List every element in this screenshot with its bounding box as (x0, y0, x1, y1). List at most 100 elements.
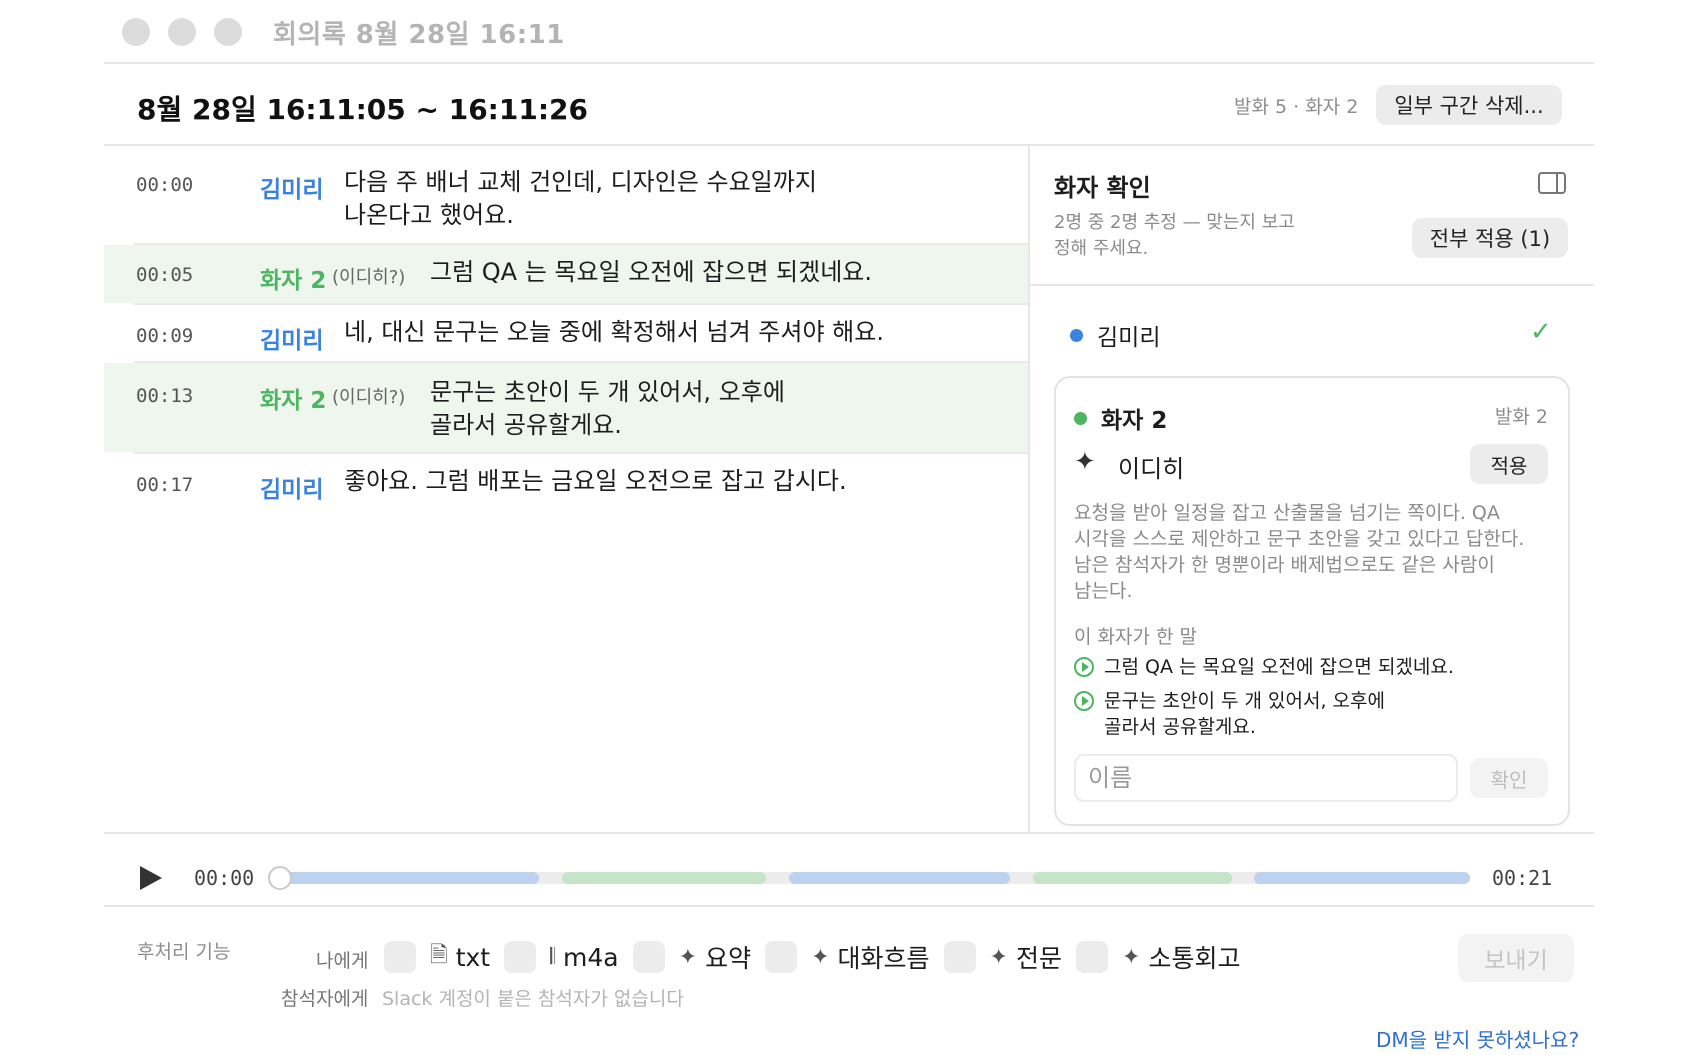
option-label: 소통회고 (1148, 944, 1241, 973)
said-text: 그럼 QA 는 목요일 오전에 잡으면 되겠네요. (1104, 656, 1454, 678)
dm-help-link[interactable]: DM을 받지 못하셨나요? (1376, 1024, 1579, 1053)
player-divider-top (104, 832, 1594, 834)
attendees-note: Slack 계정이 붙은 참석자가 없습니다 (382, 988, 684, 1010)
confirmed-speaker-name: 김미리 (1097, 325, 1161, 351)
speaker-name[interactable]: 화자 2 (260, 261, 326, 295)
option-checkbox[interactable] (1076, 941, 1108, 973)
option-label: m4a (563, 942, 619, 972)
speaker-color-dot (1074, 411, 1087, 425)
sparkle-icon: ✦ (989, 944, 1008, 970)
speaker-name[interactable]: 김미리 (260, 470, 323, 504)
window-controls (122, 18, 242, 46)
option-label: txt (455, 942, 491, 972)
timestamp[interactable]: 00:00 (136, 174, 193, 196)
option-checkbox[interactable] (632, 941, 665, 973)
said-item[interactable]: 그럼 QA 는 목요일 오전에 잡으면 되겠네요. (1074, 654, 1454, 680)
speaker-name-input[interactable] (1074, 754, 1458, 802)
sparkle-icon: ✦ (1122, 944, 1141, 970)
speaker-segment[interactable] (278, 872, 540, 884)
timestamp[interactable]: 00:17 (136, 474, 193, 496)
option-label: 전문 (1015, 944, 1062, 973)
export-option-txt[interactable]: 🗎 txt (384, 938, 490, 976)
transcript-row[interactable]: 00:17 김미리 좋아요. 그럼 배포는 금요일 오전으로 잡고 갑시다. (104, 454, 1028, 510)
play-circle-icon[interactable] (1074, 691, 1094, 711)
utterance-text: 네, 대신 문구는 오늘 중에 확정해서 넘겨 주셔야 해요. (344, 318, 884, 346)
utterance-speaker-counts: 발화 5 · 화자 2 (1234, 96, 1359, 118)
option-checkbox[interactable] (504, 941, 537, 973)
option-label: 대화흐름 (837, 944, 930, 973)
timestamp[interactable]: 00:09 (136, 325, 193, 347)
to-attendees-label: 참석자에게 (281, 988, 369, 1010)
window-title: 회의록 8월 28일 16:11 (273, 20, 565, 50)
sidebar-toggle-icon[interactable] (1538, 172, 1566, 194)
transcript-row[interactable]: 00:05 화자 2 (이디히?) 그럼 QA 는 목요일 오전에 잡으면 되겠… (104, 245, 1028, 303)
transcript-row[interactable]: 00:13 화자 2 (이디히?) 문구는 초안이 두 개 있어서, 오후에 골… (104, 363, 1028, 452)
utterance-text: 그럼 QA 는 목요일 오전에 잡으면 되겠네요. (430, 258, 872, 286)
total-time: 00:21 (1492, 866, 1553, 890)
apply-suggestion-button[interactable]: 적용 (1470, 444, 1548, 484)
playback-track[interactable] (278, 872, 1470, 884)
timestamp[interactable]: 00:05 (136, 264, 193, 286)
utterance-text: 문구는 초안이 두 개 있어서, 오후에 골라서 공유할게요. (430, 378, 785, 439)
play-icon[interactable] (140, 866, 162, 890)
speaker-segment[interactable] (1254, 872, 1470, 884)
confirm-name-button[interactable]: 확인 (1470, 758, 1548, 798)
option-checkbox[interactable] (384, 941, 416, 973)
zoom-window-button[interactable] (214, 18, 242, 46)
sparkle-icon: ✦ (678, 944, 698, 970)
title-divider (104, 62, 1594, 64)
transcript-row[interactable]: 00:09 김미리 네, 대신 문구는 오늘 중에 확정해서 넘겨 주셔야 해요… (104, 305, 1028, 361)
speaker-segment[interactable] (1032, 872, 1232, 884)
speaker-confirm-title: 화자 확인 (1054, 174, 1151, 202)
sparkle-icon: ✦ (1074, 447, 1096, 477)
utterance-text: 다음 주 배너 교체 건인데, 디자인은 수요일까지 나온다고 했어요. (344, 168, 817, 229)
suggested-name: 이디히 (1118, 455, 1185, 483)
current-time: 00:00 (194, 866, 255, 890)
export-option-소통회고[interactable]: ✦ 소통회고 (1076, 939, 1240, 975)
time-range-heading: 8월 28일 16:11:05 ~ 16:11:26 (137, 93, 588, 126)
playback-scrubber[interactable] (268, 866, 292, 890)
card-speaker: 화자 2 (1074, 401, 1167, 435)
speaker-name[interactable]: 김미리 (260, 321, 323, 355)
speaker-guess: (이디히?) (332, 267, 406, 288)
checkmark-icon: ✓ (1530, 317, 1552, 347)
card-speaker-name: 화자 2 (1101, 408, 1168, 434)
delete-section-button[interactable]: 일부 구간 삭제... (1376, 85, 1562, 125)
play-circle-icon[interactable] (1074, 657, 1094, 677)
speaker-segment[interactable] (788, 872, 1011, 884)
close-window-button[interactable] (122, 18, 150, 46)
speaker-guess: (이디히?) (332, 387, 406, 408)
export-option-m4a[interactable]: 𝄃 m4a (504, 941, 619, 973)
to-me-label: 나에게 (316, 950, 369, 972)
speaker-segment[interactable] (561, 872, 767, 884)
timestamp[interactable]: 00:13 (136, 385, 193, 407)
confirmed-speaker-item[interactable]: 김미리 (1070, 318, 1160, 352)
side-panel-divider (1030, 284, 1594, 286)
apply-all-button[interactable]: 전부 적용 (1) (1412, 218, 1568, 258)
card-utterance-count: 발화 2 (1494, 406, 1548, 428)
minimize-window-button[interactable] (168, 18, 196, 46)
export-option-전문[interactable]: ✦ 전문 (943, 939, 1062, 975)
transcript-row[interactable]: 00:00 김미리 다음 주 배너 교체 건인데, 디자인은 수요일까지 나온다… (104, 146, 1028, 243)
export-options: 🗎 txt 𝄃 m4a ✦ 요약 ✦ 대화흐름 ✦ 전문 ✦ 소통회고 (384, 938, 1254, 976)
speaker-confirm-subtitle: 2명 중 2명 추정 — 맞는지 보고 정해 주세요. (1054, 212, 1295, 259)
said-item[interactable]: 문구는 초안이 두 개 있어서, 오후에 골라서 공유할게요. (1074, 688, 1385, 740)
player-divider-bottom (104, 905, 1594, 907)
option-checkbox[interactable] (765, 941, 798, 973)
document-icon: 🗎 (430, 943, 448, 968)
said-text: 문구는 초안이 두 개 있어서, 오후에 골라서 공유할게요. (1104, 690, 1385, 738)
panel-divider (1028, 146, 1030, 832)
export-option-대화흐름[interactable]: ✦ 대화흐름 (765, 939, 930, 975)
export-option-요약[interactable]: ✦ 요약 (632, 939, 752, 975)
said-section-label: 이 화자가 한 말 (1074, 626, 1197, 648)
send-button[interactable]: 보내기 (1458, 934, 1574, 982)
speaker-name[interactable]: 화자 2 (260, 381, 326, 415)
post-processing-label: 후처리 기능 (137, 941, 231, 963)
suggestion-reason: 요청을 받아 일정을 잡고 산출물을 넘기는 쪽이다. QA 시각을 스스로 제… (1074, 502, 1525, 602)
waveform-icon: 𝄃 (550, 944, 556, 970)
speaker-name[interactable]: 김미리 (260, 170, 323, 204)
sparkle-icon: ✦ (811, 944, 830, 970)
option-checkbox[interactable] (943, 941, 976, 973)
option-label: 요약 (705, 944, 752, 973)
utterance-text: 좋아요. 그럼 배포는 금요일 오전으로 잡고 갑시다. (344, 467, 847, 495)
